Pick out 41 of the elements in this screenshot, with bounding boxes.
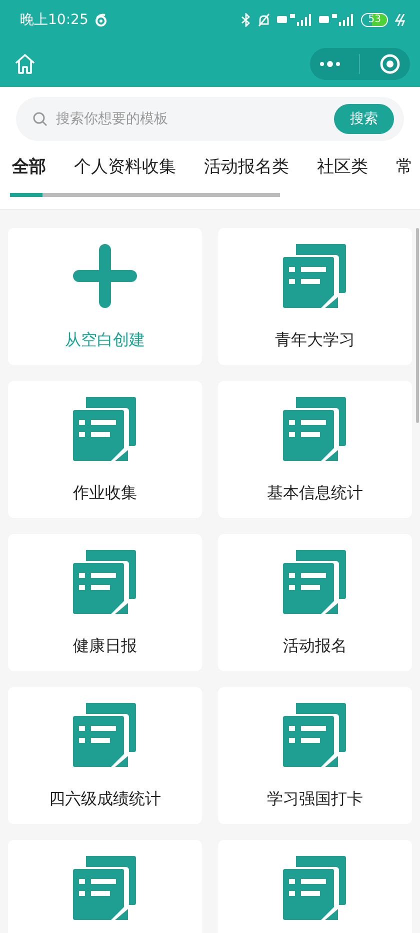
document-stack-icon: [73, 856, 137, 920]
category-tab[interactable]: 活动报名类: [204, 155, 289, 187]
template-title: 健康日报: [73, 636, 137, 657]
template-title: 青年大学习: [275, 330, 355, 351]
status-time: 晚上10:25: [20, 11, 88, 29]
template-title: 基本信息统计: [267, 483, 363, 504]
document-stack-icon: [283, 244, 347, 308]
template-card[interactable]: 基本信息统计: [218, 381, 412, 518]
search-icon: [32, 111, 48, 127]
document-stack-icon: [283, 703, 347, 767]
template-title: 作业收集: [73, 483, 137, 504]
template-card[interactable]: 学习强国打卡: [218, 687, 412, 824]
bluetooth-icon: [241, 13, 252, 27]
template-card[interactable]: 健康日报: [8, 534, 202, 671]
template-card[interactable]: 活动报名: [218, 534, 412, 671]
more-icon[interactable]: [319, 60, 342, 68]
swirl-icon: [94, 13, 108, 27]
category-tab[interactable]: 常: [396, 155, 413, 187]
document-stack-icon: [73, 550, 137, 614]
document-stack-icon: [73, 397, 137, 461]
template-title: 活动报名: [283, 636, 347, 657]
plus-icon: [73, 244, 137, 308]
document-stack-icon: [283, 550, 347, 614]
document-stack-icon: [283, 856, 347, 920]
signal-icon: [277, 14, 314, 26]
battery-level: 53: [361, 13, 388, 27]
category-tab[interactable]: 全部: [12, 155, 46, 187]
document-stack-icon: [73, 703, 137, 767]
signal-icon: [319, 14, 356, 26]
home-icon[interactable]: [14, 52, 36, 74]
template-title: 学习强国打卡: [267, 789, 363, 810]
template-title: 从空白创建: [65, 330, 145, 351]
template-card[interactable]: 青年大学习: [218, 228, 412, 365]
category-tab[interactable]: 社区类: [317, 155, 368, 187]
charging-icon: [394, 14, 406, 26]
category-tab[interactable]: 个人资料收集: [74, 155, 176, 187]
template-title: 四六级成绩统计: [49, 789, 161, 810]
bell-off-icon: [257, 13, 272, 27]
document-stack-icon: [283, 397, 347, 461]
template-card[interactable]: 作业收集: [8, 381, 202, 518]
template-card[interactable]: 四六级成绩统计: [8, 687, 202, 824]
